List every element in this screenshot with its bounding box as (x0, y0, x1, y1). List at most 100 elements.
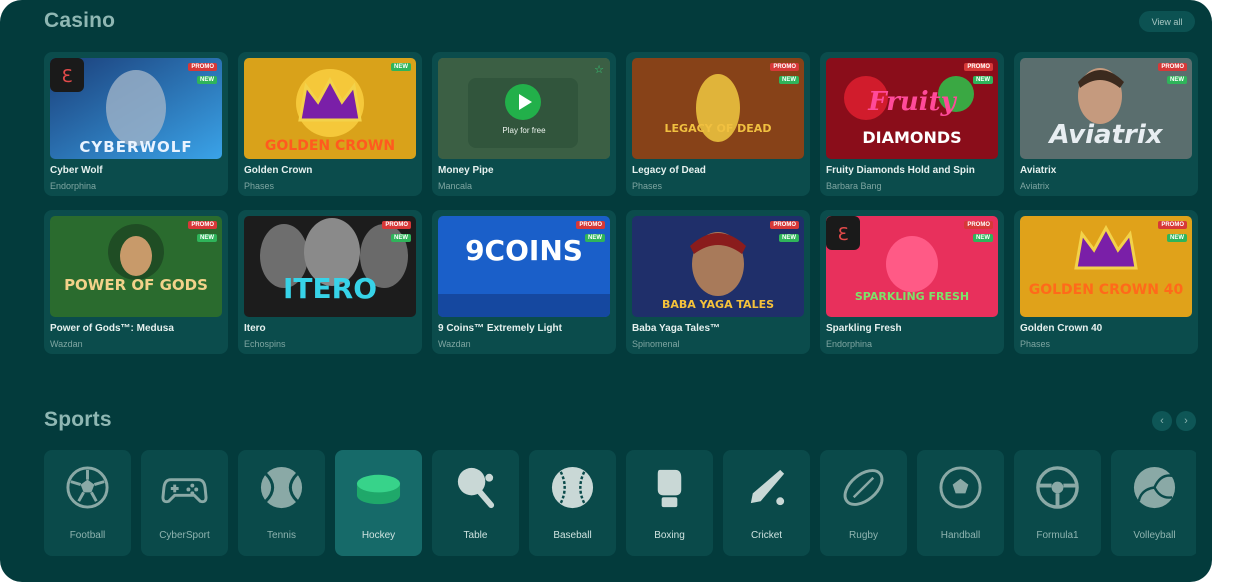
game-thumbnail[interactable]: BABA YAGA TALES PROMO NEW (632, 216, 804, 317)
promo-badge: PROMO (188, 63, 217, 71)
cricket-bat-icon (750, 469, 785, 506)
sport-item-hockey[interactable]: Hockey (335, 450, 422, 556)
game-provider: Endorphina (50, 181, 97, 191)
game-card-golden-crown[interactable]: GOLDEN CROWN NEW Golden Crown Phases (238, 52, 422, 196)
game-card-cyber-wolf[interactable]: Ɛ CYBERWOLF PROMO NEW Cyber Wolf Endorph… (44, 52, 228, 196)
new-badge: NEW (779, 76, 799, 84)
game-thumbnail[interactable]: LEGACY OF DEAD PROMO NEW (632, 58, 804, 159)
game-provider: Phases (1020, 339, 1051, 349)
game-name: Golden Crown (244, 165, 313, 176)
game-art-title: Aviatrix (1049, 120, 1163, 150)
game-card-9-coins[interactable]: 9COINS PROMO NEW 9 Coins™ Extremely Ligh… (432, 210, 616, 354)
game-card-baba-yaga-tales[interactable]: BABA YAGA TALES PROMO NEW Baba Yaga Tale… (626, 210, 810, 354)
favorite-star-icon[interactable]: ☆ (594, 63, 604, 76)
game-name: Sparkling Fresh (826, 323, 902, 334)
game-name: Cyber Wolf (50, 165, 103, 176)
sport-label: Table (463, 530, 488, 541)
promo-badge: PROMO (1158, 63, 1187, 71)
casino-title: Casino (44, 9, 116, 32)
sport-item-boxing[interactable]: Boxing (626, 450, 713, 556)
game-card-golden-crown-40[interactable]: GOLDEN CROWN 40 PROMO NEW Golden Crown 4… (1014, 210, 1198, 354)
game-thumbnail[interactable]: Aviatrix PROMO NEW (1020, 58, 1192, 159)
sport-item-rugby[interactable]: Rugby (820, 450, 907, 556)
game-card-money-pipe[interactable]: ☆ Play for free Money Pipe Mancala (432, 52, 616, 196)
game-name: Golden Crown 40 (1020, 323, 1103, 334)
game-provider: Aviatrix (1020, 181, 1050, 191)
game-name: Fruity Diamonds Hold and Spin (826, 165, 975, 176)
game-name: Itero (244, 323, 266, 334)
prev-arrow-icon[interactable]: ‹ (1152, 411, 1172, 431)
game-name: Baba Yaga Tales™ (632, 323, 721, 334)
sports-title: Sports (44, 408, 112, 431)
game-thumbnail[interactable]: ☆ Play for free (438, 58, 610, 159)
main-panel: Casino View all Ɛ CYBERWOLF PROMO NEW Cy… (0, 0, 1212, 582)
sport-item-football[interactable]: Football (44, 450, 131, 556)
game-card-sparkling-fresh[interactable]: Ɛ SPARKLING FRESH PROMO NEW Sparkling Fr… (820, 210, 1004, 354)
game-card-itero[interactable]: ITERO PROMO NEW Itero Echospins (238, 210, 422, 354)
next-arrow-icon[interactable]: › (1176, 411, 1196, 431)
game-thumbnail[interactable]: GOLDEN CROWN 40 PROMO NEW (1020, 216, 1192, 317)
sport-item-tennis[interactable]: Tennis (238, 450, 325, 556)
promo-badge: PROMO (188, 221, 217, 229)
sport-item-table[interactable]: Table (432, 450, 519, 556)
promo-badge: PROMO (964, 221, 993, 229)
sport-label: Tennis (267, 530, 296, 541)
game-card-legacy-of-dead[interactable]: LEGACY OF DEAD PROMO NEW Legacy of Dead … (626, 52, 810, 196)
game-provider: Spinomenal (632, 339, 680, 349)
game-thumbnail[interactable]: Fruity DIAMONDS PROMO NEW (826, 58, 998, 159)
sport-item-volleyball[interactable]: Volleyball (1111, 450, 1196, 556)
promo-badge: PROMO (382, 221, 411, 229)
game-thumbnail[interactable]: GOLDEN CROWN NEW (244, 58, 416, 159)
sport-item-handball[interactable]: Handball (917, 450, 1004, 556)
svg-text:Ɛ: Ɛ (837, 224, 848, 245)
svg-text:Fruity: Fruity (867, 87, 957, 117)
game-art-title: ITERO (282, 272, 377, 305)
promo-badge: PROMO (964, 63, 993, 71)
promo-badge: PROMO (770, 63, 799, 71)
table-tennis-icon (457, 467, 495, 509)
sport-item-cricket[interactable]: Cricket (723, 450, 810, 556)
game-art-title: POWER OF GODS (64, 276, 208, 294)
new-badge: NEW (391, 234, 411, 242)
sports-carousel: Football CyberSport Tennis Hockey Table … (44, 450, 1196, 556)
game-provider: Phases (244, 181, 275, 191)
game-provider: Phases (632, 181, 663, 191)
view-all-button[interactable]: View all (1139, 11, 1195, 32)
sport-label: Baseball (553, 530, 592, 541)
sport-label: Football (69, 530, 106, 541)
sport-item-cybersport[interactable]: CyberSport (141, 450, 228, 556)
game-art-title: SPARKLING FRESH (854, 290, 970, 303)
game-provider: Echospins (244, 339, 286, 349)
sport-label: Handball (940, 530, 981, 541)
new-badge: NEW (585, 234, 605, 242)
gamepad-icon (161, 478, 208, 504)
game-art-title: DIAMONDS (862, 128, 962, 147)
new-badge: NEW (391, 63, 411, 71)
sport-label: Volleyball (1133, 530, 1176, 541)
play-icon[interactable] (505, 84, 541, 120)
game-provider: Mancala (438, 181, 473, 191)
game-name: 9 Coins™ Extremely Light (438, 323, 562, 334)
casino-game-grid: Ɛ CYBERWOLF PROMO NEW Cyber Wolf Endorph… (44, 52, 1198, 354)
new-badge: NEW (973, 76, 993, 84)
game-thumbnail[interactable]: Ɛ CYBERWOLF PROMO NEW (50, 58, 222, 159)
game-provider: Barbara Bang (826, 181, 882, 191)
game-thumbnail[interactable]: Ɛ SPARKLING FRESH PROMO NEW (826, 216, 998, 317)
game-card-aviatrix[interactable]: Aviatrix PROMO NEW Aviatrix Aviatrix (1014, 52, 1198, 196)
game-thumbnail[interactable]: ITERO PROMO NEW (244, 216, 416, 317)
steering-wheel-icon (1036, 466, 1079, 509)
rugby-ball-icon (843, 469, 884, 506)
game-card-fruity-diamonds[interactable]: Fruity DIAMONDS PROMO NEW Fruity Diamond… (820, 52, 1004, 196)
sport-label: Formula1 (1036, 530, 1079, 541)
game-thumbnail[interactable]: POWER OF GODS PROMO NEW (50, 216, 222, 317)
baseball-icon (551, 466, 594, 509)
game-name: Legacy of Dead (632, 165, 706, 176)
game-thumbnail[interactable]: 9COINS PROMO NEW (438, 216, 610, 317)
sport-label: Boxing (654, 530, 685, 541)
boxing-glove-icon (657, 469, 682, 508)
game-name: Power of Gods™: Medusa (50, 323, 174, 334)
sport-item-formula1[interactable]: Formula1 (1014, 450, 1101, 556)
play-for-free-label[interactable]: Play for free (438, 126, 610, 135)
game-card-power-of-gods-medusa[interactable]: POWER OF GODS PROMO NEW Power of Gods™: … (44, 210, 228, 354)
sport-item-baseball[interactable]: Baseball (529, 450, 616, 556)
